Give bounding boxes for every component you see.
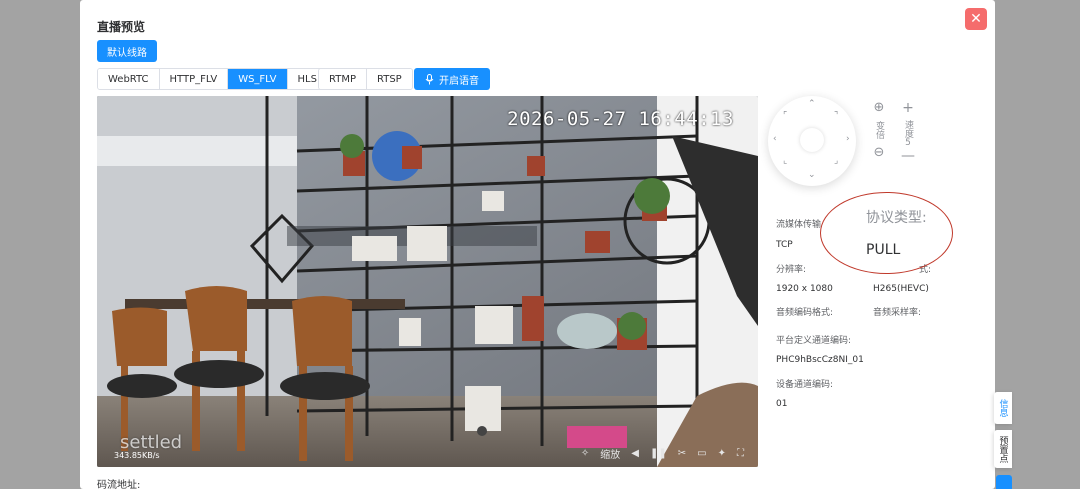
ptz-center-button[interactable] [800, 128, 824, 152]
side-tab-presets[interactable]: 预置点 [994, 430, 1012, 468]
cut-icon[interactable]: ✂ [678, 448, 686, 459]
pause-icon[interactable]: ❚❚ [650, 448, 667, 459]
close-icon: ✕ [970, 11, 982, 27]
audio-codec-label: 音频编码格式: [776, 308, 834, 318]
side-tab-more[interactable] [996, 475, 1012, 489]
annotation-circle [820, 192, 953, 274]
speed-value: 5 [905, 138, 911, 148]
osd-timestamp: 2026-05-27 16:44:13 [507, 108, 734, 130]
transport-label: 流媒体传输 [776, 220, 822, 230]
platform-channel-label: 平台定义通道编码: [776, 336, 852, 346]
side-tab-info[interactable]: 信息 [994, 392, 1012, 424]
pin-icon[interactable]: ✦ [718, 448, 726, 459]
video-player[interactable]: 2026-05-27 16:44:13 settled 343.85KB/s ✧… [97, 96, 758, 467]
audio-rate-label: 音频采样率: [873, 308, 922, 318]
camera-frame [97, 96, 758, 467]
screenshot-icon[interactable]: ✧ [581, 448, 589, 459]
resolution-value: 1920 x 1080 [776, 284, 833, 294]
protocol-type-label: 协议类型: [866, 210, 927, 226]
device-channel-label: 设备通道编码: [776, 380, 834, 390]
bitrate-readout: 343.85KB/s [114, 451, 160, 460]
ptz-down-left-icon[interactable]: ⌞ [783, 156, 787, 166]
ptz-up-left-icon[interactable]: ⌜ [783, 111, 787, 121]
fullscreen-icon[interactable]: ⛶ [737, 448, 744, 459]
default-route-button[interactable]: 默认线路 [97, 40, 157, 62]
dialog-title: 直播预览 [97, 20, 146, 34]
tab-webrtc[interactable]: WebRTC [98, 69, 160, 89]
tab-rtmp[interactable]: RTMP [319, 69, 367, 89]
voice-label: 开启语音 [439, 75, 479, 87]
protocol-type-value: PULL [866, 242, 901, 258]
ptz-up-icon[interactable]: ⌃ [808, 99, 816, 109]
stream-address-label: 码流地址: [97, 480, 141, 489]
speed-label: 速度 [903, 120, 913, 138]
ptz-control: ⌃ ⌄ ‹ › ⌜ ⌝ ⌞ ⌟ [768, 96, 856, 186]
tab-http-flv[interactable]: HTTP_FLV [159, 69, 229, 89]
tab-rtsp[interactable]: RTSP [367, 69, 412, 89]
device-channel-value: 01 [776, 399, 788, 409]
ptz-down-right-icon[interactable]: ⌟ [834, 156, 838, 166]
volume-icon[interactable]: ◀ [631, 448, 639, 459]
enable-voice-button[interactable]: 开启语音 [414, 68, 490, 90]
player-controls: ✧ 缩放 ◀ ❚❚ ✂ ▭ ✦ ⛶ [581, 446, 744, 461]
ptz-down-icon[interactable]: ⌄ [808, 170, 816, 180]
watermark: settled [120, 432, 183, 453]
ptz-left-icon[interactable]: ‹ [773, 134, 777, 144]
zoom-in-icon[interactable]: ⊕ [874, 100, 885, 115]
record-icon[interactable]: ▭ [697, 448, 706, 459]
ptz-right-icon[interactable]: › [846, 134, 850, 144]
protocol-tab-group-2: RTMP RTSP [318, 68, 413, 90]
speed-down-icon[interactable]: — [901, 148, 915, 164]
resolution-label: 分辨率: [776, 265, 807, 275]
transport-value: TCP [776, 240, 793, 250]
platform-channel-value: PHC9hBscCz8NI_01 [776, 355, 864, 365]
speed-control: + 速度 5 — [898, 100, 918, 164]
zoom-label[interactable]: 缩放 [600, 446, 620, 461]
microphone-icon [425, 73, 434, 84]
protocol-tab-group-1: WebRTC HTTP_FLV WS_FLV HLS [97, 68, 328, 90]
zoom-out-icon[interactable]: ⊖ [874, 145, 885, 160]
live-preview-dialog: 直播预览 默认线路 WebRTC HTTP_FLV WS_FLV HLS RTM… [80, 0, 995, 489]
codec-value: H265(HEVC) [873, 284, 929, 294]
zoom-control: ⊕ 变倍 ⊖ [869, 100, 889, 160]
zoom-label-vertical: 变倍 [874, 121, 884, 139]
tab-ws-flv[interactable]: WS_FLV [228, 69, 288, 89]
close-button[interactable]: ✕ [965, 8, 987, 30]
ptz-up-right-icon[interactable]: ⌝ [834, 111, 838, 121]
speed-up-icon[interactable]: + [902, 100, 914, 116]
